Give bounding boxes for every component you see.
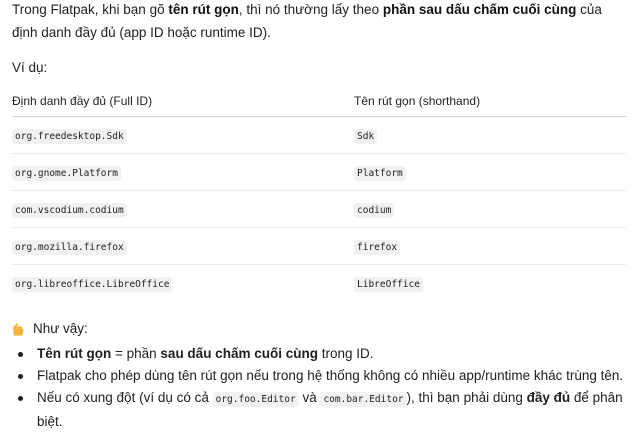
bullet-icon xyxy=(18,374,23,379)
summary-list: Tên rút gọn = phần sau dấu chấm cuối cùn… xyxy=(12,343,624,433)
full-id-code: org.libreoffice.LibreOffice xyxy=(12,277,173,292)
summary-heading: Như vậy: xyxy=(12,319,88,339)
point3-bold: đầy đủ xyxy=(526,390,571,405)
intro-bold-last-part: phần sau dấu chấm cuối cùng xyxy=(382,2,577,17)
full-id-code: org.mozilla.firefox xyxy=(12,240,127,255)
point2-text: Flatpak cho phép dùng tên rút gọn nếu tr… xyxy=(37,368,624,383)
shorthand-code: firefox xyxy=(354,240,401,255)
point1-text-2: trong ID. xyxy=(317,346,374,361)
list-item: Tên rút gọn = phần sau dấu chấm cuối cùn… xyxy=(12,343,624,365)
table-row: org.mozilla.firefox firefox xyxy=(12,227,626,265)
table-row: com.vscodium.codium codium xyxy=(12,190,626,228)
intro-bold-shorthand: tên rút gọn xyxy=(168,2,239,17)
shorthand-code: LibreOffice xyxy=(354,277,423,292)
bullet-icon xyxy=(18,352,23,357)
point3-text-1: Nếu có xung đột (ví dụ có cả xyxy=(37,390,213,405)
full-id-code: org.gnome.Platform xyxy=(12,166,121,181)
example-label: Ví dụ: xyxy=(12,60,48,75)
id-table: Định danh đầy đủ (Full ID) Tên rút gọn (… xyxy=(12,86,626,301)
point1-bold-2: sau dấu chấm cuối cùng xyxy=(160,346,318,361)
point3-code-1: org.foo.Editor xyxy=(212,392,299,407)
shorthand-code: Platform xyxy=(354,166,406,181)
intro-text-1: Trong Flatpak, khi bạn gõ xyxy=(12,2,169,17)
point3-code-2: com.bar.Editor xyxy=(320,392,407,407)
full-id-code: com.vscodium.codium xyxy=(12,203,127,218)
point3-text-2: và xyxy=(298,390,321,405)
bullet-icon xyxy=(18,396,23,401)
full-id-code: org.freedesktop.Sdk xyxy=(12,129,127,144)
chat-response: Trong Flatpak, khi bạn gõ tên rút gọn, t… xyxy=(0,0,634,439)
header-full-id: Định danh đầy đủ (Full ID) xyxy=(12,86,354,117)
list-item: Flatpak cho phép dùng tên rút gọn nếu tr… xyxy=(12,365,624,387)
header-shorthand: Tên rút gọn (shorthand) xyxy=(354,86,626,117)
pointing-hand-icon xyxy=(12,322,24,336)
point1-text-1: = phần xyxy=(111,346,161,361)
intro-paragraph: Trong Flatpak, khi bạn gõ tên rút gọn, t… xyxy=(12,0,622,44)
table-row: org.libreoffice.LibreOffice LibreOffice xyxy=(12,265,626,302)
table-header-row: Định danh đầy đủ (Full ID) Tên rút gọn (… xyxy=(12,86,626,117)
table-row: org.gnome.Platform Platform xyxy=(12,153,626,191)
point3-text-3: ), thì bạn phải dùng xyxy=(406,390,527,405)
shorthand-code: Sdk xyxy=(354,129,378,144)
summary-label: Như vậy: xyxy=(33,321,88,336)
intro-text-2: , thì nó thường lấy theo xyxy=(238,2,383,17)
point1-bold-1: Tên rút gọn xyxy=(37,346,112,361)
table-row: org.freedesktop.Sdk Sdk xyxy=(12,116,626,154)
list-item: Nếu có xung đột (ví dụ có cả org.foo.Edi… xyxy=(12,387,624,433)
shorthand-code: codium xyxy=(354,203,395,218)
